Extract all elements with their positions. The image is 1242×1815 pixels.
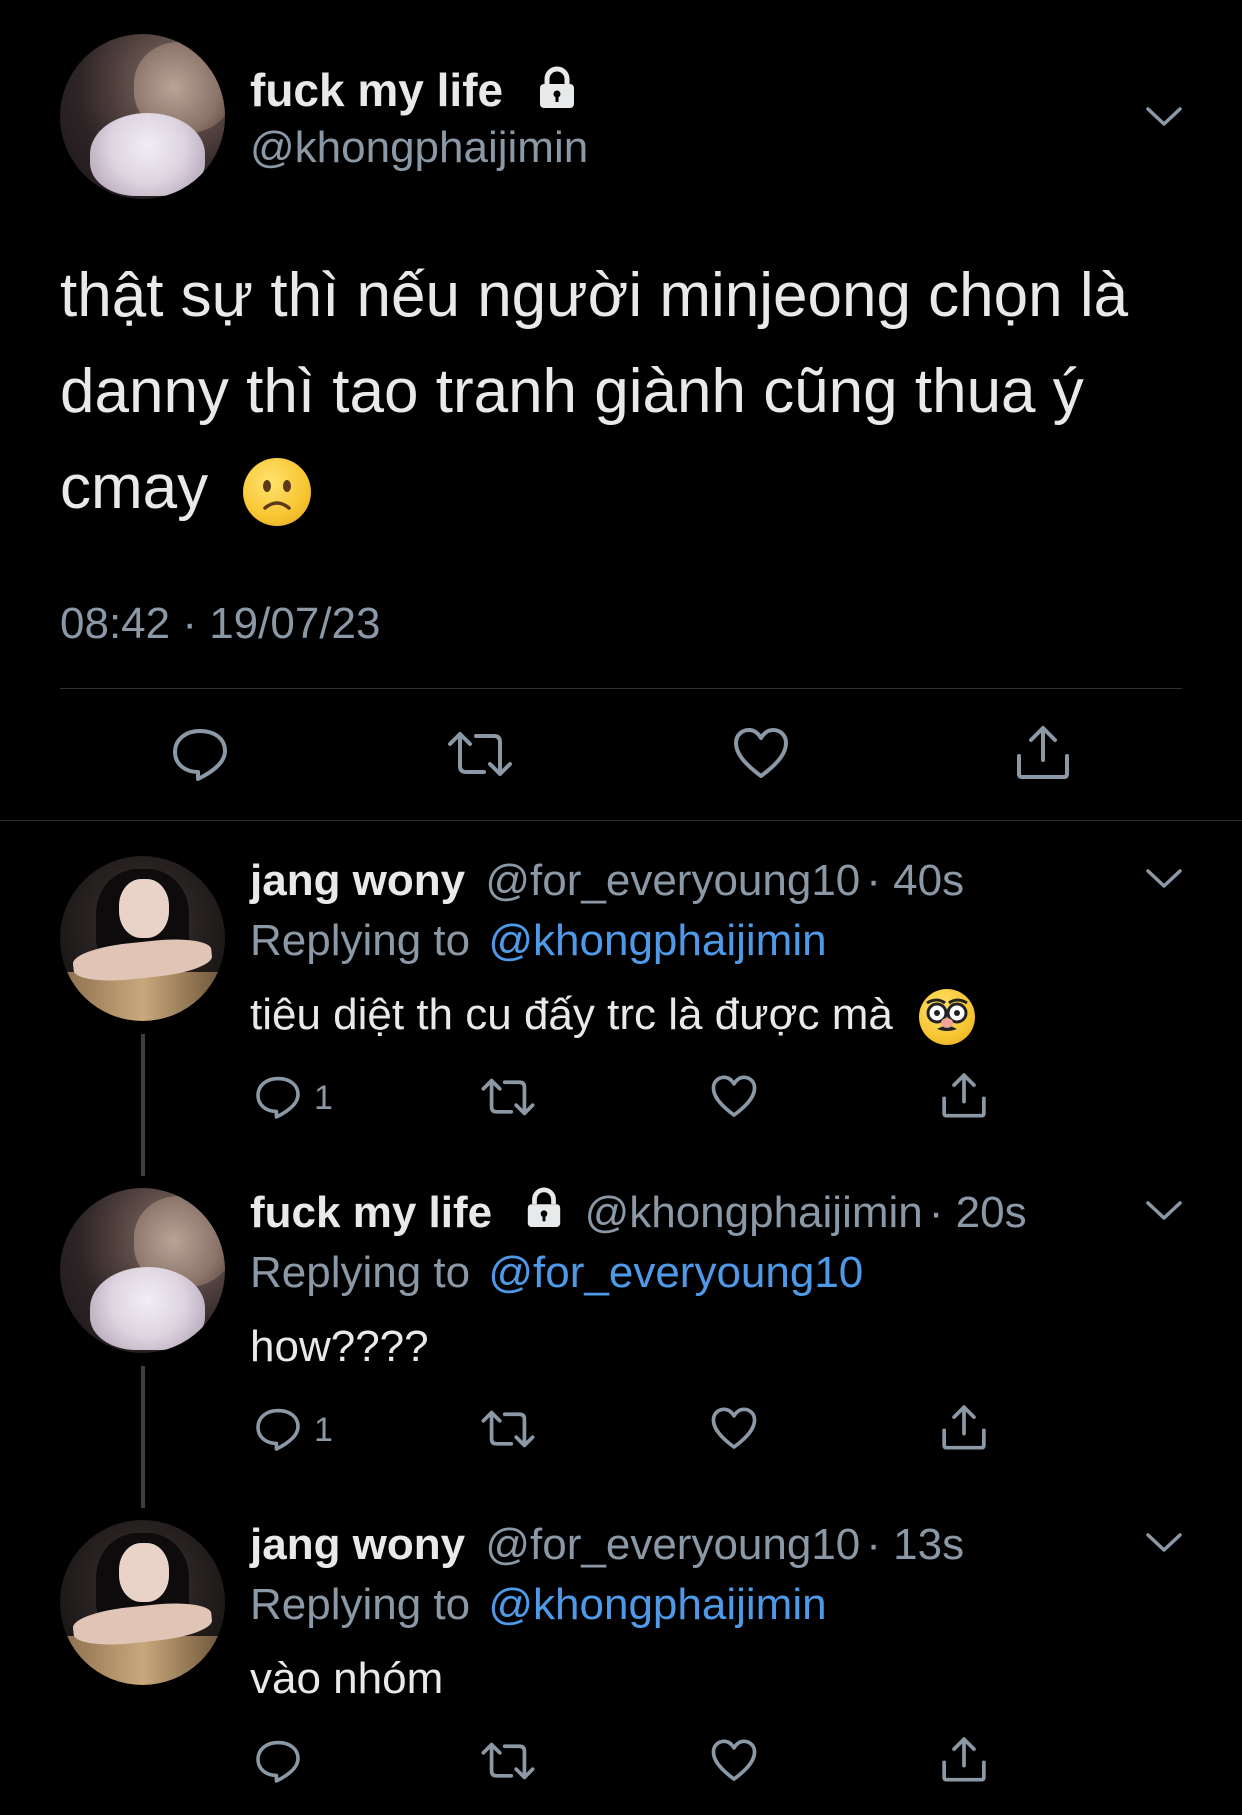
chevron-down-icon[interactable] [1144,866,1184,897]
divider [60,688,1182,689]
timestamp[interactable]: 08:42 · 19/07/23 [60,596,380,652]
reply-icon[interactable] [170,726,230,782]
reply-age: · 40s [866,856,965,905]
retweet-icon[interactable] [480,1074,536,1120]
lock-icon [524,1186,564,1244]
tweet-text-content: thật sự thì nếu người minjeong chọn là d… [60,261,1129,522]
handle[interactable]: @khongphaijimin [250,120,588,176]
display-name: fuck my life [250,64,504,116]
reply-icon[interactable] [254,1074,302,1120]
like-icon[interactable] [710,1406,758,1452]
replying-to: Replying to @khongphaijimin [250,1576,827,1634]
reply-text-content: tiêu diệt th cu đấy trc là được mà [250,990,893,1039]
share-icon[interactable] [940,1402,988,1452]
lock-icon [536,64,578,124]
chevron-down-icon[interactable] [1144,1530,1184,1561]
replying-label: Replying to [250,916,471,965]
avatar[interactable] [60,34,225,199]
like-icon[interactable] [710,1074,758,1120]
replying-to: Replying to @khongphaijimin [250,912,827,970]
divider [0,820,1242,821]
replying-label: Replying to [250,1580,471,1629]
reply-text: how???? [250,1322,429,1371]
reply-author-line: fuck my life @khongphaijimin · 20s [250,1184,1027,1244]
avatar[interactable] [60,856,225,1021]
reply-age: · 13s [866,1520,965,1569]
thread-line [141,1034,145,1176]
main-tweet-author[interactable]: fuck my life [250,60,578,120]
like-icon[interactable] [732,726,790,782]
chevron-down-icon[interactable] [1144,1198,1184,1229]
avatar[interactable] [60,1520,225,1685]
display-name[interactable]: fuck my life [250,1188,492,1237]
handle[interactable]: @for_everyoung10 [485,1520,860,1569]
reply-author-line: jang wony @for_everyoung10 · 13s [250,1516,964,1574]
avatar[interactable] [60,1188,225,1353]
like-icon[interactable] [710,1738,758,1784]
disguised-face-icon [919,989,976,1046]
reply-text: vào nhóm [250,1654,444,1703]
handle[interactable]: @for_everyoung10 [485,856,860,905]
retweet-icon[interactable] [480,1738,536,1784]
replying-to-link[interactable]: @khongphaijimin [488,916,826,965]
reply-author-line: jang wony @for_everyoung10 · 40s [250,852,964,910]
replying-label: Replying to [250,1248,471,1297]
slightly-frowning-face-icon [243,457,312,526]
chevron-down-icon[interactable] [1144,104,1184,135]
share-icon[interactable] [940,1070,988,1120]
replying-to-link[interactable]: @for_everyoung10 [488,1248,863,1297]
tweet-text: thật sự thì nếu người minjeong chọn là d… [60,248,1190,536]
reply-icon[interactable] [254,1406,302,1452]
display-name[interactable]: jang wony [250,856,465,905]
share-icon[interactable] [940,1734,988,1784]
handle[interactable]: @khongphaijimin [585,1188,923,1237]
reply-icon[interactable] [254,1738,302,1784]
thread-line [141,1366,145,1508]
replying-to: Replying to @for_everyoung10 [250,1244,863,1302]
reply-count: 1 [314,1411,333,1449]
reply-age: · 20s [928,1188,1027,1237]
reply-count: 1 [314,1079,333,1117]
reply-text: tiêu diệt th cu đấy trc là được mà [250,986,976,1046]
replying-to-link[interactable]: @khongphaijimin [488,1580,826,1629]
share-icon[interactable] [1014,722,1072,782]
retweet-icon[interactable] [446,726,514,782]
retweet-icon[interactable] [480,1406,536,1452]
display-name[interactable]: jang wony [250,1520,465,1569]
